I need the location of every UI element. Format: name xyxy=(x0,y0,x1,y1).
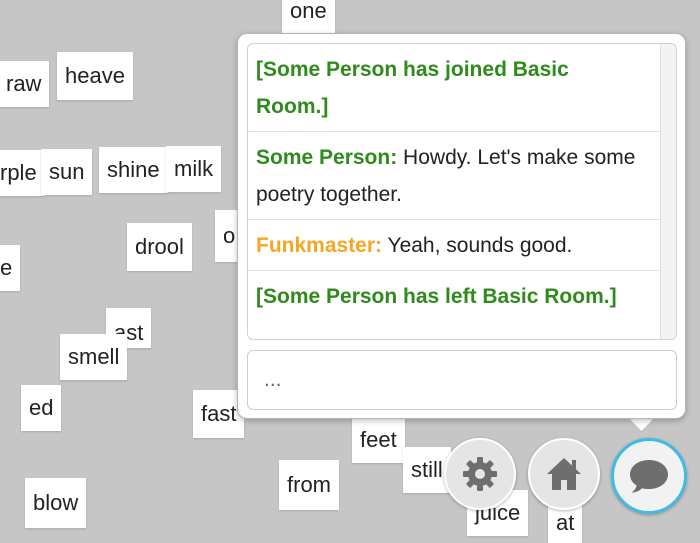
word-tile[interactable]: ed xyxy=(21,385,62,431)
word-tile[interactable]: from xyxy=(279,460,339,510)
word-tile[interactable]: milk xyxy=(166,146,222,192)
word-tile[interactable]: drool xyxy=(127,223,192,271)
chat-scrollbar[interactable] xyxy=(660,44,676,339)
chat-panel: [Some Person has joined Basic Room.] Som… xyxy=(237,33,686,419)
home-button[interactable] xyxy=(528,438,600,510)
word-tile[interactable]: rple xyxy=(0,150,45,196)
word-tile[interactable]: smell xyxy=(60,334,128,380)
chat-message: Some Person: Howdy. Let's make some poet… xyxy=(248,132,676,220)
word-tile[interactable]: heave xyxy=(57,52,133,100)
chat-message-list[interactable]: [Some Person has joined Basic Room.] Som… xyxy=(247,43,677,340)
chat-message-text: Yeah, sounds good. xyxy=(382,234,573,257)
word-tile[interactable]: shine xyxy=(99,147,168,193)
chat-message-system: [Some Person has joined Basic Room.] xyxy=(248,44,676,132)
chat-button[interactable] xyxy=(611,438,687,514)
word-tile[interactable]: raw xyxy=(0,61,50,107)
gear-icon xyxy=(463,457,497,491)
chat-message-system: [Some Person has left Basic Room.] xyxy=(256,285,617,308)
chat-message-input[interactable] xyxy=(247,350,677,410)
word-tile[interactable]: sun xyxy=(41,149,93,195)
word-tile[interactable]: feet xyxy=(352,417,405,463)
word-tile[interactable]: one xyxy=(282,0,335,34)
chat-message: Funkmaster: Yeah, sounds good. xyxy=(248,220,676,271)
word-tile[interactable]: e xyxy=(0,245,21,291)
chat-message-author: Some Person: xyxy=(256,146,398,169)
word-tile[interactable]: blow xyxy=(25,478,87,528)
home-icon xyxy=(547,458,581,490)
settings-button[interactable] xyxy=(444,438,516,510)
chat-bubble-icon xyxy=(630,460,668,493)
chat-message-author: Funkmaster: xyxy=(256,234,383,257)
